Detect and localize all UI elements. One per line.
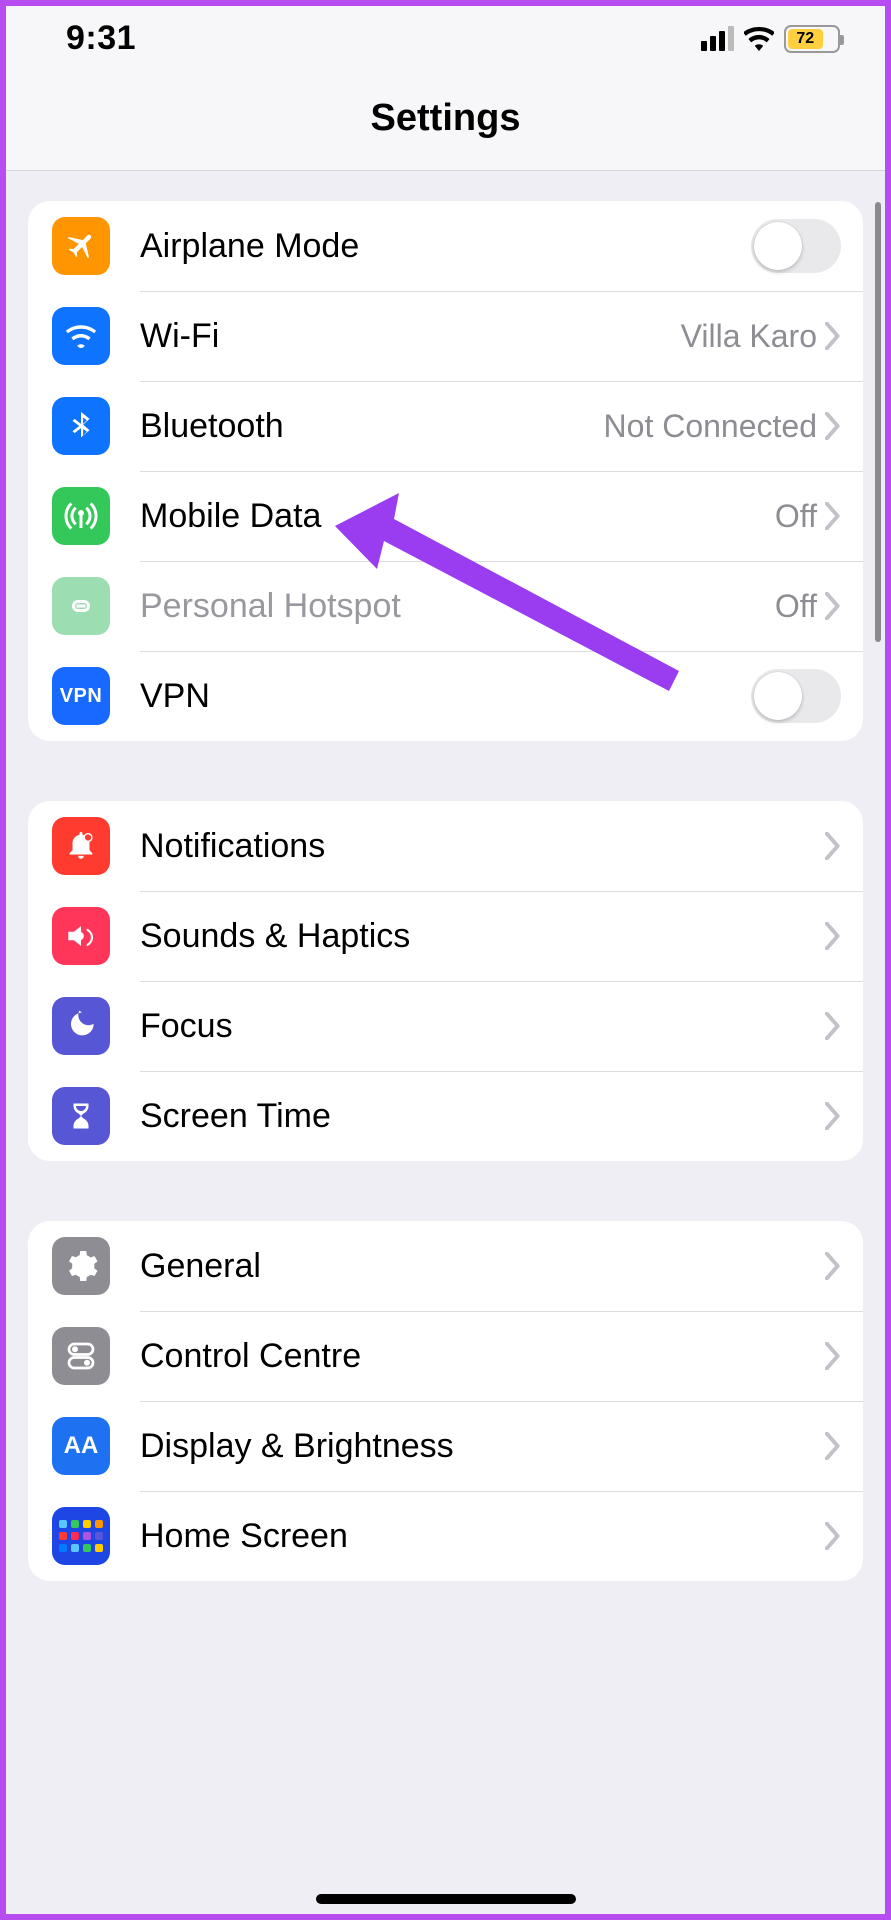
vpn-toggle[interactable] xyxy=(751,669,841,723)
row-home-screen[interactable]: Home Screen xyxy=(28,1491,863,1581)
row-airplane-mode[interactable]: Airplane Mode xyxy=(28,201,863,291)
chevron-right-icon xyxy=(825,1522,841,1550)
vpn-icon: VPN xyxy=(52,667,110,725)
row-value: Villa Karo xyxy=(681,318,817,355)
chevron-right-icon xyxy=(825,592,841,620)
speaker-icon xyxy=(52,907,110,965)
status-time: 9:31 xyxy=(66,19,136,58)
page-title: Settings xyxy=(6,97,885,140)
row-notifications[interactable]: Notifications xyxy=(28,801,863,891)
row-vpn[interactable]: VPN VPN xyxy=(28,651,863,741)
bell-icon xyxy=(52,817,110,875)
cellular-signal-icon xyxy=(701,26,734,51)
settings-group-connectivity: Airplane Mode Wi-Fi Villa Karo Bluetooth… xyxy=(28,201,863,741)
antenna-icon xyxy=(52,487,110,545)
wifi-status-icon xyxy=(744,27,774,51)
row-label: Bluetooth xyxy=(140,407,604,446)
row-label: General xyxy=(140,1247,825,1286)
row-label: Screen Time xyxy=(140,1097,825,1136)
airplane-mode-toggle[interactable] xyxy=(751,219,841,273)
row-bluetooth[interactable]: Bluetooth Not Connected xyxy=(28,381,863,471)
text-size-icon: AA xyxy=(52,1417,110,1475)
chevron-right-icon xyxy=(825,1342,841,1370)
chevron-right-icon xyxy=(825,1012,841,1040)
row-mobile-data[interactable]: Mobile Data Off xyxy=(28,471,863,561)
link-icon xyxy=(52,577,110,635)
moon-icon xyxy=(52,997,110,1055)
row-label: VPN xyxy=(140,677,751,716)
row-wifi[interactable]: Wi-Fi Villa Karo xyxy=(28,291,863,381)
row-general[interactable]: General xyxy=(28,1221,863,1311)
chevron-right-icon xyxy=(825,832,841,860)
row-focus[interactable]: Focus xyxy=(28,981,863,1071)
gear-icon xyxy=(52,1237,110,1295)
row-label: Mobile Data xyxy=(140,497,775,536)
row-display-brightness[interactable]: AA Display & Brightness xyxy=(28,1401,863,1491)
settings-group-device: General Control Centre AA Display & Brig… xyxy=(28,1221,863,1581)
wifi-icon xyxy=(52,307,110,365)
row-value: Not Connected xyxy=(604,408,817,445)
row-personal-hotspot[interactable]: Personal Hotspot Off xyxy=(28,561,863,651)
chevron-right-icon xyxy=(825,1102,841,1130)
app-grid-icon xyxy=(52,1507,110,1565)
chevron-right-icon xyxy=(825,922,841,950)
row-screen-time[interactable]: Screen Time xyxy=(28,1071,863,1161)
row-control-centre[interactable]: Control Centre xyxy=(28,1311,863,1401)
chevron-right-icon xyxy=(825,412,841,440)
row-label: Wi-Fi xyxy=(140,317,681,356)
bluetooth-icon xyxy=(52,397,110,455)
chevron-right-icon xyxy=(825,1432,841,1460)
airplane-icon xyxy=(52,217,110,275)
chevron-right-icon xyxy=(825,502,841,530)
switches-icon xyxy=(52,1327,110,1385)
battery-icon: 72 xyxy=(784,25,840,53)
row-value: Off xyxy=(775,588,817,625)
status-bar: 9:31 72 xyxy=(6,6,885,71)
row-label: Sounds & Haptics xyxy=(140,917,825,956)
row-label: Notifications xyxy=(140,827,825,866)
chevron-right-icon xyxy=(825,322,841,350)
row-sounds-haptics[interactable]: Sounds & Haptics xyxy=(28,891,863,981)
chevron-right-icon xyxy=(825,1252,841,1280)
settings-content[interactable]: Airplane Mode Wi-Fi Villa Karo Bluetooth… xyxy=(6,171,885,1904)
nav-header: Settings xyxy=(6,71,885,171)
row-label: Display & Brightness xyxy=(140,1427,825,1466)
hourglass-icon xyxy=(52,1087,110,1145)
row-label: Personal Hotspot xyxy=(140,587,775,626)
row-value: Off xyxy=(775,498,817,535)
scroll-indicator[interactable] xyxy=(875,202,881,642)
status-indicators: 72 xyxy=(701,25,840,53)
home-indicator[interactable] xyxy=(316,1894,576,1904)
row-label: Home Screen xyxy=(140,1517,825,1556)
row-label: Focus xyxy=(140,1007,825,1046)
battery-level: 72 xyxy=(788,29,823,49)
row-label: Control Centre xyxy=(140,1337,825,1376)
row-label: Airplane Mode xyxy=(140,227,751,266)
settings-group-alerts: Notifications Sounds & Haptics Focus xyxy=(28,801,863,1161)
